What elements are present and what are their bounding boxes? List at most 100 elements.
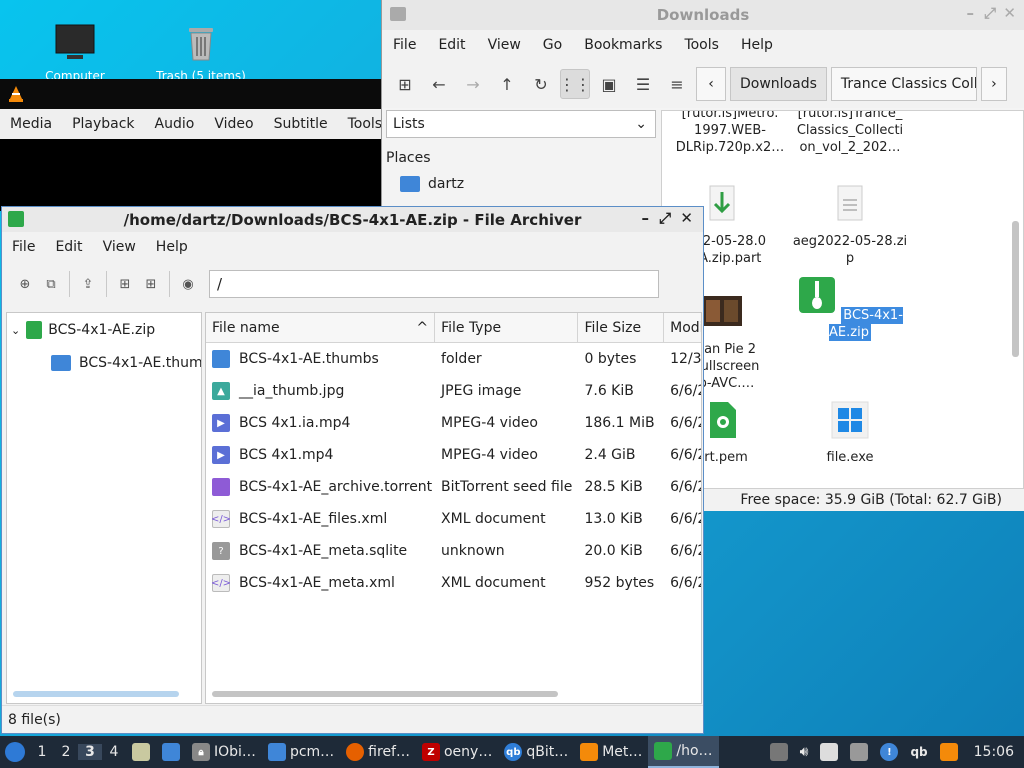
menu-help[interactable]: Help [730,37,784,53]
vlc-menu-video[interactable]: Video [204,116,263,132]
stop-icon[interactable]: ◉ [175,271,201,297]
table-row[interactable]: BCS-4x1-AE_archive.torrent BitTorrent see… [206,471,701,503]
side-pane-mode-select[interactable]: Lists ⌄ [386,110,656,138]
tray-network[interactable] [844,736,874,768]
menu-tools[interactable]: Tools [673,37,730,53]
unknown-file-icon: ? [212,542,230,560]
desktop-icon-computer[interactable]: Computer [30,22,120,83]
task-file-archiver[interactable]: /ho… [648,736,719,768]
add-file-icon[interactable]: ⊞ [112,271,138,297]
downloads-titlebar[interactable]: Downloads – ⤢ ✕ [382,0,1024,30]
start-menu-button[interactable] [0,742,30,762]
task-firefox[interactable]: firef… [340,736,416,768]
menu-bookmarks[interactable]: Bookmarks [573,37,673,53]
menu-file[interactable]: File [382,37,427,53]
extract-icon[interactable]: ⇪ [75,271,101,297]
workspace-2[interactable]: 2 [54,744,78,760]
cell-size: 28.5 KiB [578,479,664,495]
table-row[interactable]: ? BCS-4x1-AE_meta.sqlite unknown 20.0 KiB 6/… [206,535,701,567]
path-button-downloads[interactable]: Downloads [730,67,827,101]
launcher-desktop[interactable] [156,736,186,768]
menu-file[interactable]: File [2,239,45,255]
path-button-trance[interactable]: Trance Classics Colle [830,67,977,101]
tray-qbittorrent[interactable]: qb [904,736,933,768]
location-input[interactable]: / [209,270,659,298]
horizontal-scrollbar[interactable] [13,691,179,697]
workspace-3[interactable]: 3 [78,744,102,760]
vertical-scrollbar[interactable] [1012,221,1019,357]
menu-help[interactable]: Help [146,239,198,255]
vlc-menu-playback[interactable]: Playback [62,116,144,132]
maximize-icon[interactable]: ⤢ [659,209,671,227]
open-archive-icon[interactable]: ⧉ [38,271,64,297]
xml-icon: </> [211,510,231,528]
workspace-1[interactable]: 1 [30,744,54,760]
tree-item-root[interactable]: ⌄ BCS-4x1-AE.zip [11,321,155,339]
menu-view[interactable]: View [93,239,146,255]
file-item[interactable]: [rutor.is]Trance_ Classics_Collecti on_v… [790,111,910,156]
side-pane-mode-value: Lists [393,116,425,132]
vlc-menu-audio[interactable]: Audio [145,116,205,132]
tray-removable[interactable] [764,736,794,768]
up-icon[interactable]: ↑ [492,69,522,99]
file-item[interactable]: aeg2022-05-28.zi p [790,167,910,267]
forward-icon[interactable]: → [458,69,488,99]
new-archive-icon[interactable]: ⊕ [12,271,38,297]
tray-updates[interactable]: ! [874,736,904,768]
tray-volume[interactable]: 🔊︎ [794,736,815,768]
task-pcm[interactable]: pcm… [262,736,340,768]
vlc-menu-subtitle[interactable]: Subtitle [264,116,338,132]
detailed-view-icon[interactable]: ≡ [662,69,692,99]
table-row[interactable]: ▶ BCS 4x1.mp4 MPEG-4 video 2.4 GiB 6/6/2 [206,439,701,471]
clock[interactable]: 15:06 [964,744,1024,760]
places-item-dartz[interactable]: dartz [400,176,464,192]
task-vlc[interactable]: Met… [574,736,648,768]
tree-item-thumbs[interactable]: BCS-4x1-AE.thumbs [51,355,201,371]
table-row[interactable]: </> BCS-4x1-AE_files.xml XML document 13.0 … [206,503,701,535]
cell-type: XML document [435,511,578,527]
icon-view-icon[interactable]: ⋮⋮ [559,69,591,99]
file-item[interactable]: file.exe [790,383,910,466]
table-row[interactable]: BCS-4x1-AE.thumbs folder 0 bytes 12/3 [206,343,701,375]
close-icon[interactable]: ✕ [680,209,693,227]
new-tab-icon[interactable]: ⊞ [390,69,420,99]
back-icon[interactable]: ← [424,69,454,99]
maximize-icon[interactable]: ⤢ [984,4,996,22]
column-header-type[interactable]: File Type [435,313,579,343]
table-row[interactable]: ▶ BCS 4x1.ia.mp4 MPEG-4 video 186.1 MiB 6/6/… [206,407,701,439]
menu-edit[interactable]: Edit [45,239,92,255]
add-folder-icon[interactable]: ⊞ [138,271,164,297]
horizontal-scrollbar[interactable] [212,691,558,697]
thumbnail-view-icon[interactable]: ▣ [594,69,624,99]
path-scroll-right-icon[interactable]: › [980,67,1007,101]
compact-view-icon[interactable]: ☰ [628,69,658,99]
archiver-titlebar[interactable]: /home/dartz/Downloads/BCS-4x1-AE.zip - F… [2,207,703,232]
path-scroll-left-icon[interactable]: ‹ [696,67,726,101]
minimize-icon[interactable]: – [642,209,650,227]
file-item[interactable]: [rutor.is]Metro. 1997.WEB- DLRip.720p.x2… [670,111,790,156]
column-header-name[interactable]: File name ^ [206,313,436,343]
column-header-label: Modified [670,320,701,336]
minimize-icon[interactable]: – [967,4,975,22]
launcher-file-manager[interactable] [126,736,156,768]
menu-go[interactable]: Go [532,37,573,53]
vlc-menu-media[interactable]: Media [0,116,62,132]
desktop-icon-trash[interactable]: Trash (5 items) [156,22,246,83]
reload-icon[interactable]: ↻ [526,69,556,99]
task-filezilla[interactable]: Zoeny… [416,736,498,768]
workspace-4[interactable]: 4 [102,744,126,760]
menu-edit[interactable]: Edit [427,37,476,53]
file-item-selected[interactable]: BCS-4x1-AE.zip [790,275,910,341]
tray-clipboard[interactable] [814,736,844,768]
task-qbittorrent[interactable]: qb qBit… [498,736,574,768]
close-icon[interactable]: ✕ [1003,4,1016,22]
file-name: BCS-4x1-AE.thumbs [239,351,379,367]
task-lock[interactable]: 🔒︎ IObi… [186,736,262,768]
table-row[interactable]: ▲ __ia_thumb.jpg JPEG image 7.6 KiB 6/6/2 [206,375,701,407]
menu-view[interactable]: View [477,37,532,53]
column-header-size[interactable]: File Size [578,313,665,343]
table-row[interactable]: </> BCS-4x1-AE_meta.xml XML document 952 by… [206,567,701,599]
vlc-titlebar[interactable] [0,79,382,109]
column-header-modified[interactable]: Modified [664,313,701,343]
tray-vlc[interactable] [934,736,964,768]
